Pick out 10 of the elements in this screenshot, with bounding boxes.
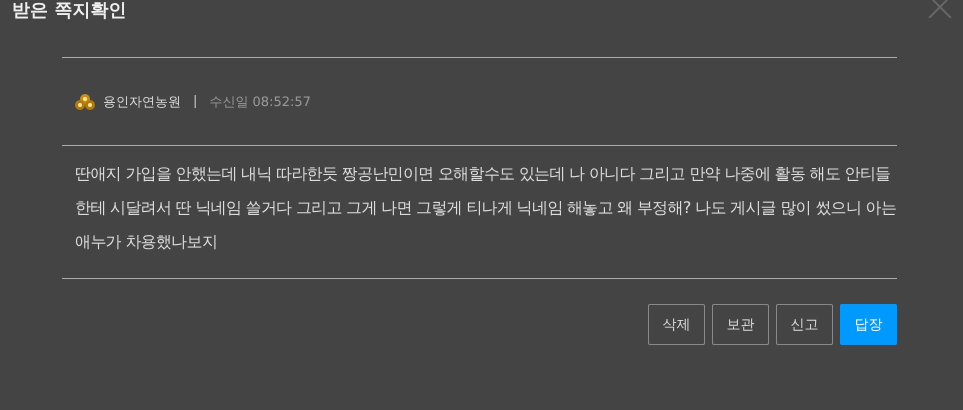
action-button[interactable]: 보관 xyxy=(712,304,769,345)
message-body: 딴애지 가입을 안했는데 내닉 따라한듯 짱공난민이면 오해할수도 있는데 나 아니다 그리고 만약 나중에 활동 해도 안티들 한테 시달려서 딴 닉네임 쓸거다 그리고 그게 나면 그렇게 티나게 닉네임 해놓고 왜 부정해? 나도 게시글 많이 썼으니 아는애누가 차용했나보지 xyxy=(74,163,897,253)
flower-icon xyxy=(75,92,95,110)
action-button[interactable]: 삭제 xyxy=(648,304,705,345)
sender-name: 용인자연농원 xyxy=(103,94,181,110)
received-time: 수신일 08:52:57 xyxy=(209,94,311,110)
action-button[interactable]: 신고 xyxy=(776,304,833,345)
close-icon[interactable] xyxy=(927,0,953,18)
window-title: 받은 쪽지확인 xyxy=(12,0,126,22)
separator: | xyxy=(193,94,198,109)
